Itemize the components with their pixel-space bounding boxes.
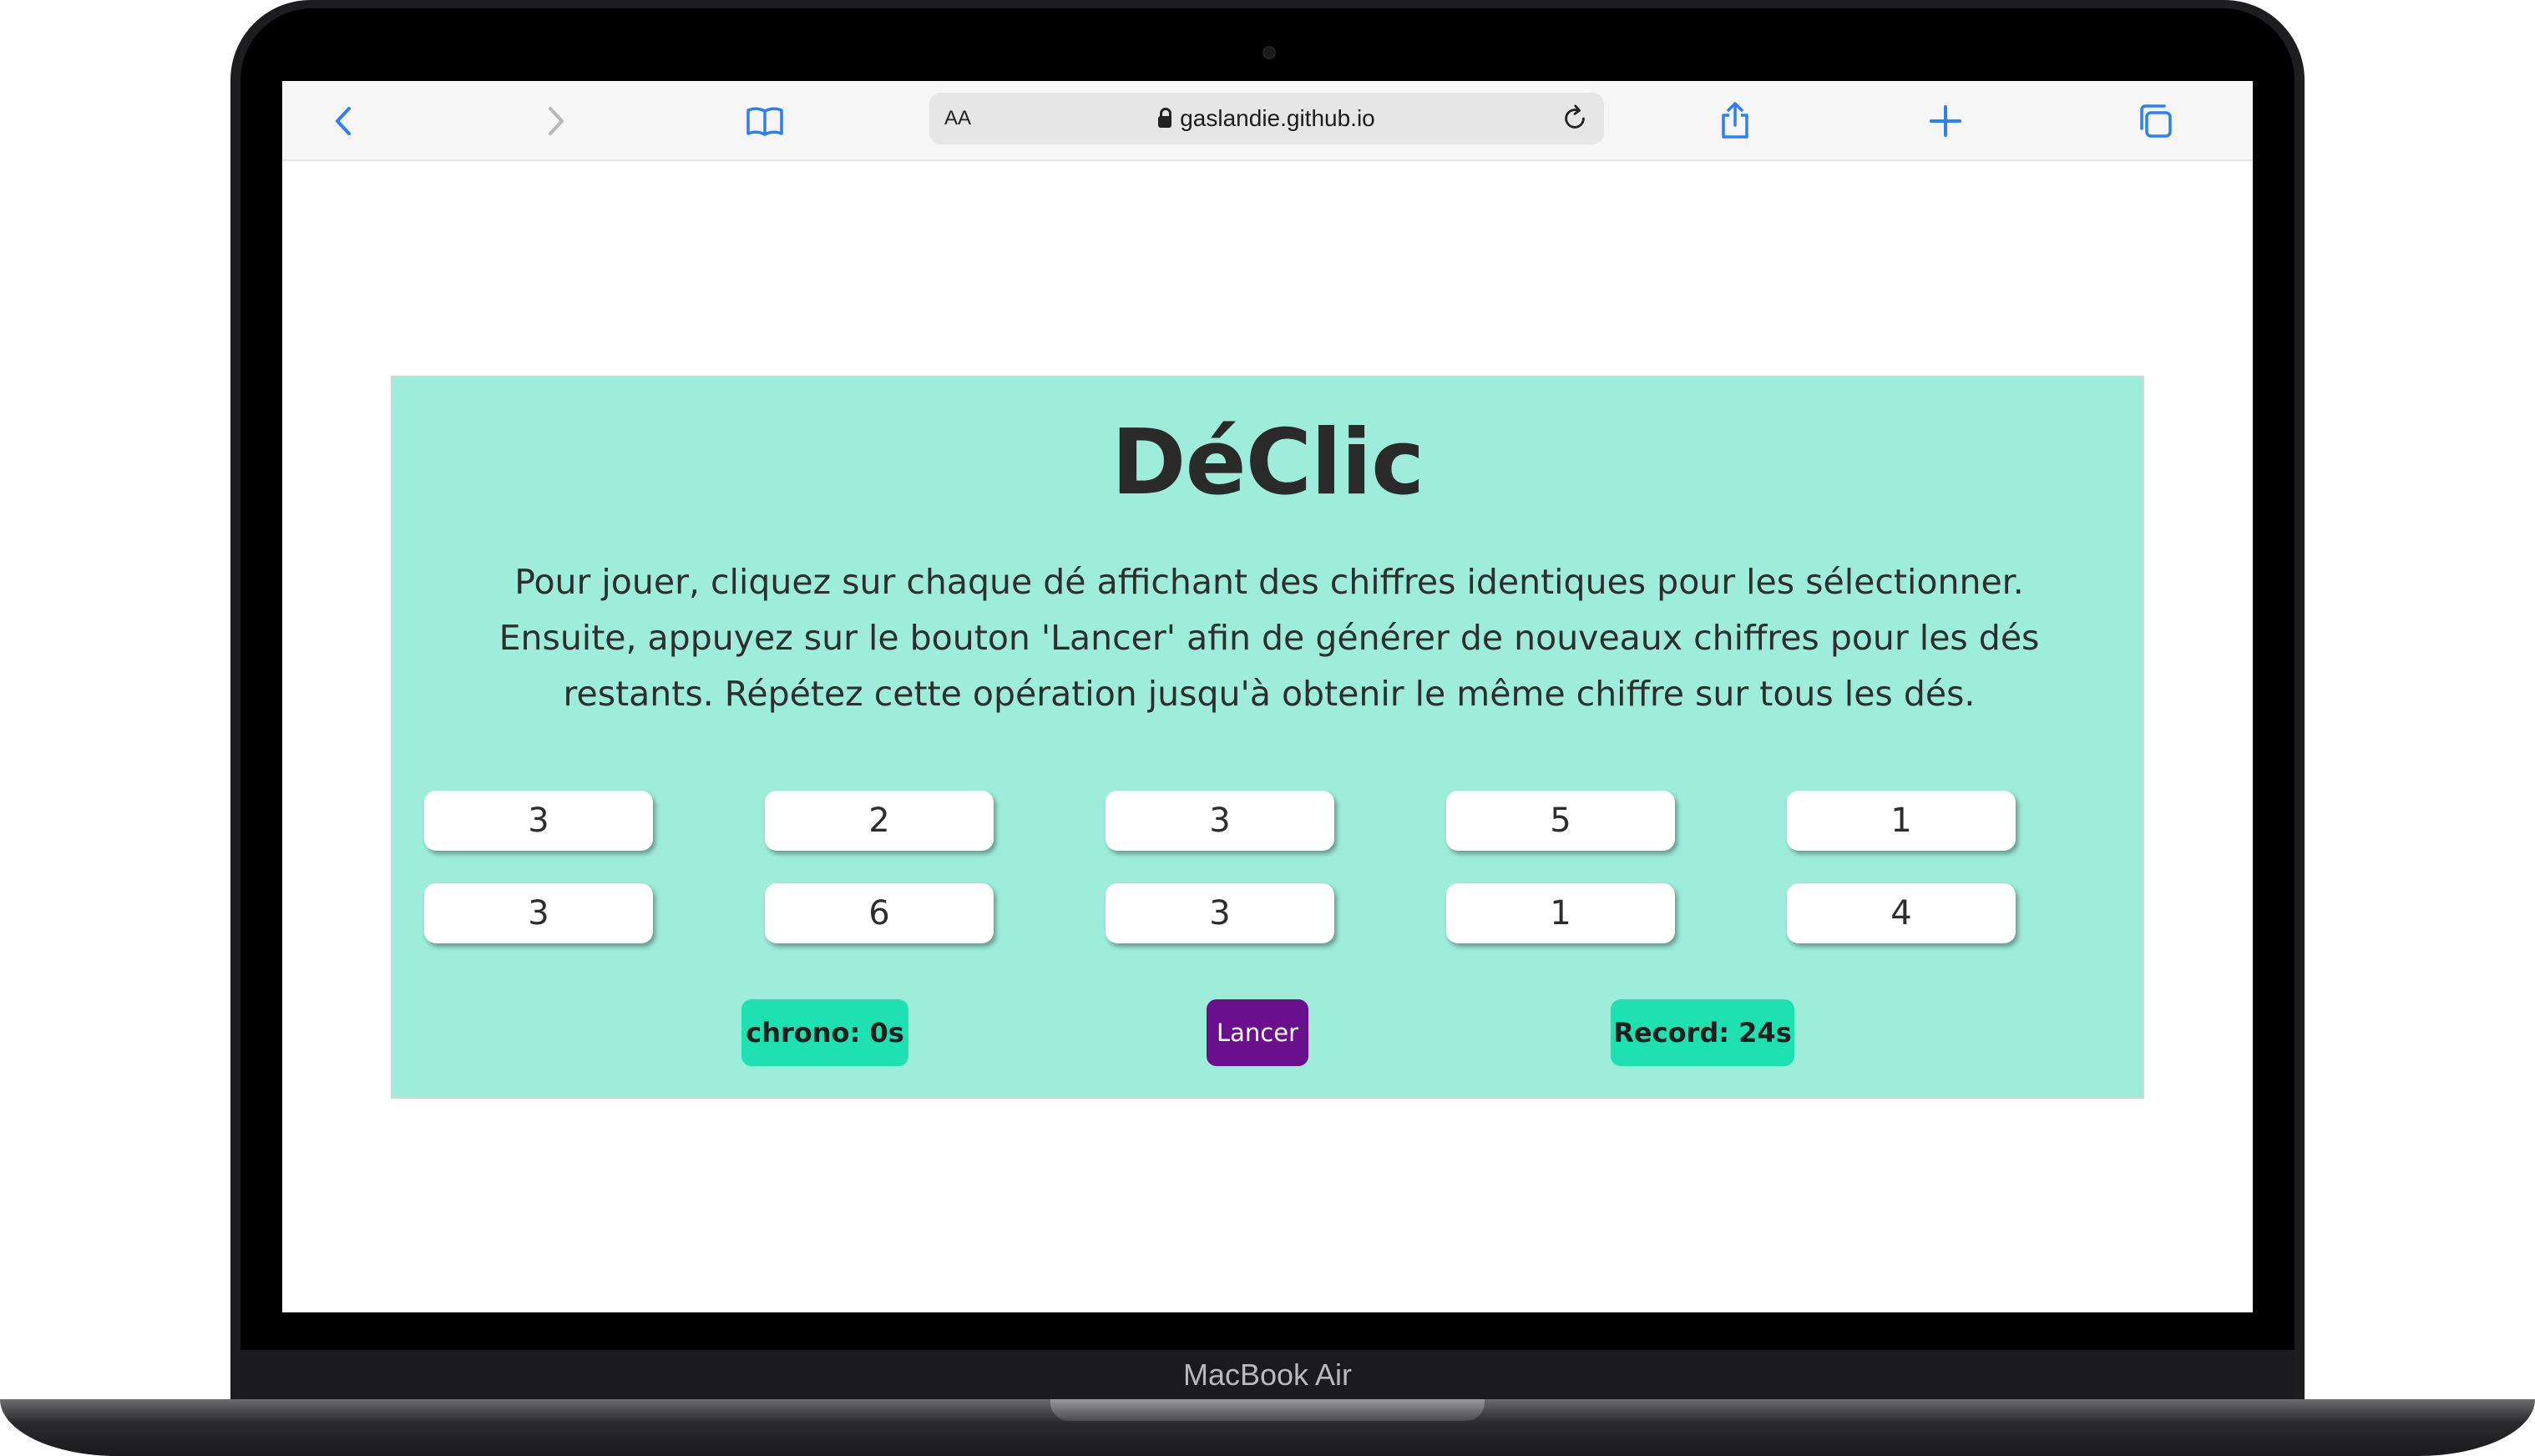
chevron-left-icon[interactable] — [320, 96, 370, 146]
chevron-right-icon[interactable] — [529, 96, 579, 146]
record-badge: Record: 24s — [1611, 999, 1794, 1066]
browser-screen: AA gaslandie.github.io DéClic Pour jouer… — [282, 81, 2253, 1312]
die-button[interactable]: 5 — [1446, 791, 1675, 851]
page-title: DéClic — [1111, 411, 1424, 515]
share-icon[interactable] — [1710, 96, 1760, 146]
die-button[interactable]: 1 — [1446, 883, 1675, 943]
game-panel: DéClic Pour jouer, cliquez sur chaque dé… — [391, 376, 2144, 1099]
die-button[interactable]: 3 — [1106, 883, 1334, 943]
tabs-icon[interactable] — [2130, 96, 2180, 146]
die-button[interactable]: 3 — [424, 883, 653, 943]
lancer-button[interactable]: Lancer — [1207, 999, 1308, 1066]
die-button[interactable]: 3 — [424, 791, 653, 851]
die-button[interactable]: 4 — [1787, 883, 2016, 943]
browser-toolbar: AA gaslandie.github.io — [282, 81, 2253, 161]
url-text: gaslandie.github.io — [1180, 105, 1375, 131]
reload-icon[interactable] — [1554, 98, 1596, 139]
laptop-hinge-notch — [1050, 1399, 1485, 1421]
die-button[interactable]: 3 — [1106, 791, 1334, 851]
chrono-badge: chrono: 0s — [741, 999, 908, 1066]
book-icon[interactable] — [740, 96, 790, 146]
instructions-text: Pour jouer, cliquez sur chaque dé affich… — [498, 562, 2040, 714]
die-button[interactable]: 6 — [765, 883, 994, 943]
die-button[interactable]: 2 — [765, 791, 994, 851]
die-button[interactable]: 1 — [1787, 791, 2016, 851]
plus-icon[interactable] — [1920, 96, 1971, 146]
lock-icon — [1158, 108, 1172, 128]
address-bar[interactable]: AA gaslandie.github.io — [929, 93, 1604, 144]
device-brand-label: MacBook Air — [1182, 1357, 1353, 1392]
camera-icon — [1262, 46, 1276, 59]
url-display[interactable]: gaslandie.github.io — [929, 93, 1604, 144]
